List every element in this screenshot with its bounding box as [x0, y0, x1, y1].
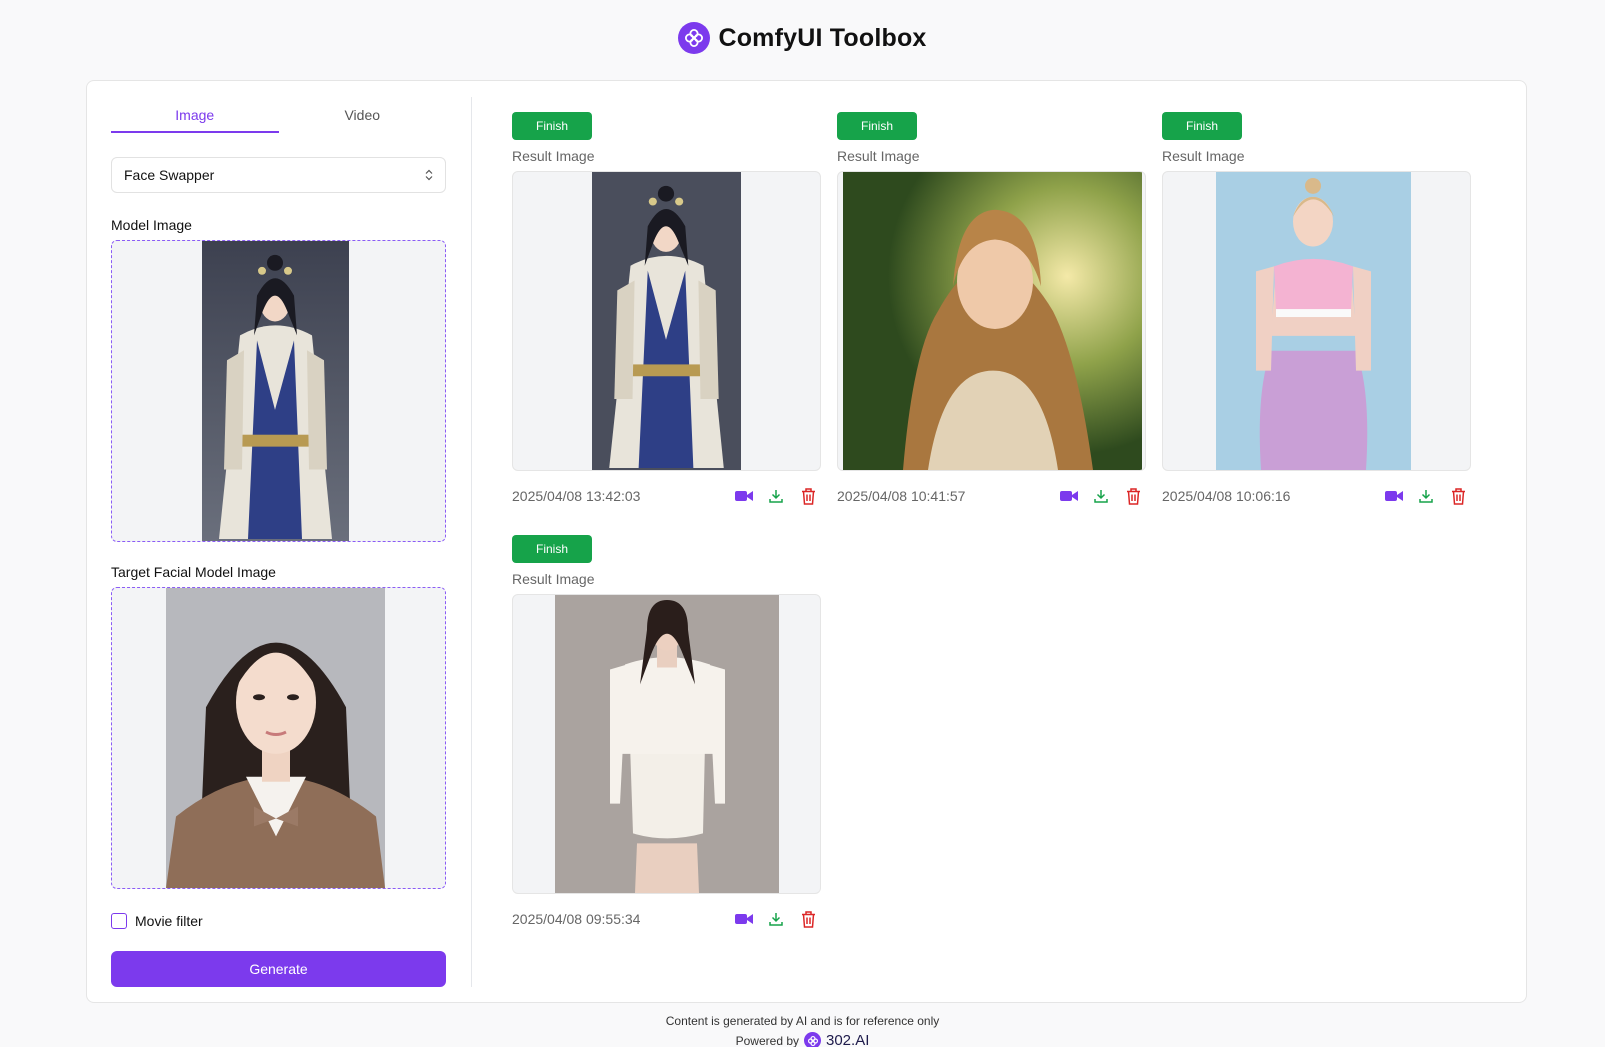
- result-card: Finish Result Image 2025/04/08 10:06:16: [1162, 112, 1471, 505]
- result-footer: 2025/04/08 13:42:03: [512, 487, 821, 505]
- tool-select-value: Face Swapper: [124, 167, 215, 183]
- trash-icon[interactable]: [1449, 487, 1467, 505]
- movie-filter-checkbox[interactable]: [111, 913, 127, 929]
- status-badge: Finish: [512, 535, 592, 563]
- model-image-upload[interactable]: [111, 240, 446, 542]
- app-header: ComfyUI Toolbox: [0, 22, 1605, 54]
- result-label: Result Image: [837, 148, 920, 164]
- video-camera-icon[interactable]: [735, 487, 753, 505]
- trash-icon[interactable]: [1124, 487, 1142, 505]
- result-image: [843, 172, 1142, 470]
- result-image-frame[interactable]: [837, 171, 1146, 471]
- tab-video[interactable]: Video: [279, 97, 447, 133]
- mode-tabs: Image Video: [111, 97, 446, 133]
- model-image-photo: [202, 241, 349, 541]
- result-footer: 2025/04/08 10:41:57: [837, 487, 1146, 505]
- result-timestamp: 2025/04/08 10:06:16: [1162, 488, 1291, 504]
- result-timestamp: 2025/04/08 09:55:34: [512, 911, 641, 927]
- download-icon[interactable]: [1092, 487, 1110, 505]
- result-footer: 2025/04/08 10:06:16: [1162, 487, 1471, 505]
- chevron-updown-icon: [425, 169, 433, 181]
- result-timestamp: 2025/04/08 13:42:03: [512, 488, 641, 504]
- result-label: Result Image: [512, 571, 595, 587]
- app-title: ComfyUI Toolbox: [718, 23, 927, 52]
- result-image-frame[interactable]: [512, 171, 821, 471]
- result-card: Finish Result Image 2025/04/08 13:42:03: [512, 112, 821, 505]
- result-actions: [1060, 487, 1146, 505]
- download-icon[interactable]: [767, 487, 785, 505]
- result-image-frame[interactable]: [1162, 171, 1471, 471]
- target-image-upload[interactable]: [111, 587, 446, 889]
- result-label: Result Image: [1162, 148, 1245, 164]
- control-panel: Image Video Face Swapper Model Image Tar…: [111, 97, 446, 987]
- result-footer: 2025/04/08 09:55:34: [512, 910, 821, 928]
- powered-by: Powered by 302.AI: [0, 1032, 1605, 1047]
- model-image-label: Model Image: [111, 217, 192, 233]
- result-actions: [735, 487, 821, 505]
- video-camera-icon[interactable]: [1060, 487, 1078, 505]
- result-image: [1216, 172, 1411, 470]
- result-card: Finish Result Image 2025/04/08 10:41:57: [837, 112, 1146, 505]
- result-image-frame[interactable]: [512, 594, 821, 894]
- main-card: Image Video Face Swapper Model Image Tar…: [86, 80, 1527, 1003]
- result-image: [592, 172, 741, 470]
- download-icon[interactable]: [1417, 487, 1435, 505]
- status-badge: Finish: [837, 112, 917, 140]
- powered-by-label: Powered by: [735, 1033, 799, 1047]
- movie-filter-row[interactable]: Movie filter: [111, 913, 446, 929]
- tool-select[interactable]: Face Swapper: [111, 157, 446, 193]
- result-image: [555, 595, 779, 893]
- result-label: Result Image: [512, 148, 595, 164]
- panel-divider: [471, 97, 472, 987]
- trash-icon[interactable]: [799, 487, 817, 505]
- result-timestamp: 2025/04/08 10:41:57: [837, 488, 966, 504]
- video-camera-icon[interactable]: [1385, 487, 1403, 505]
- download-icon[interactable]: [767, 910, 785, 928]
- target-image-label: Target Facial Model Image: [111, 564, 276, 580]
- tab-image[interactable]: Image: [111, 97, 279, 133]
- brand-logo-icon: [804, 1032, 821, 1047]
- video-camera-icon[interactable]: [735, 910, 753, 928]
- result-actions: [1385, 487, 1471, 505]
- brand-link[interactable]: 302.AI: [826, 1032, 869, 1047]
- target-image-photo: [166, 588, 385, 888]
- clover-logo-icon: [678, 22, 711, 54]
- status-badge: Finish: [1162, 112, 1242, 140]
- status-badge: Finish: [512, 112, 592, 140]
- page-footer: Content is generated by AI and is for re…: [0, 1014, 1605, 1047]
- result-card: Finish Result Image 2025/04/08 09:55:34: [512, 535, 821, 928]
- generate-button[interactable]: Generate: [111, 951, 446, 987]
- ai-disclaimer: Content is generated by AI and is for re…: [665, 1014, 940, 1028]
- result-actions: [735, 910, 821, 928]
- movie-filter-label: Movie filter: [135, 913, 203, 929]
- trash-icon[interactable]: [799, 910, 817, 928]
